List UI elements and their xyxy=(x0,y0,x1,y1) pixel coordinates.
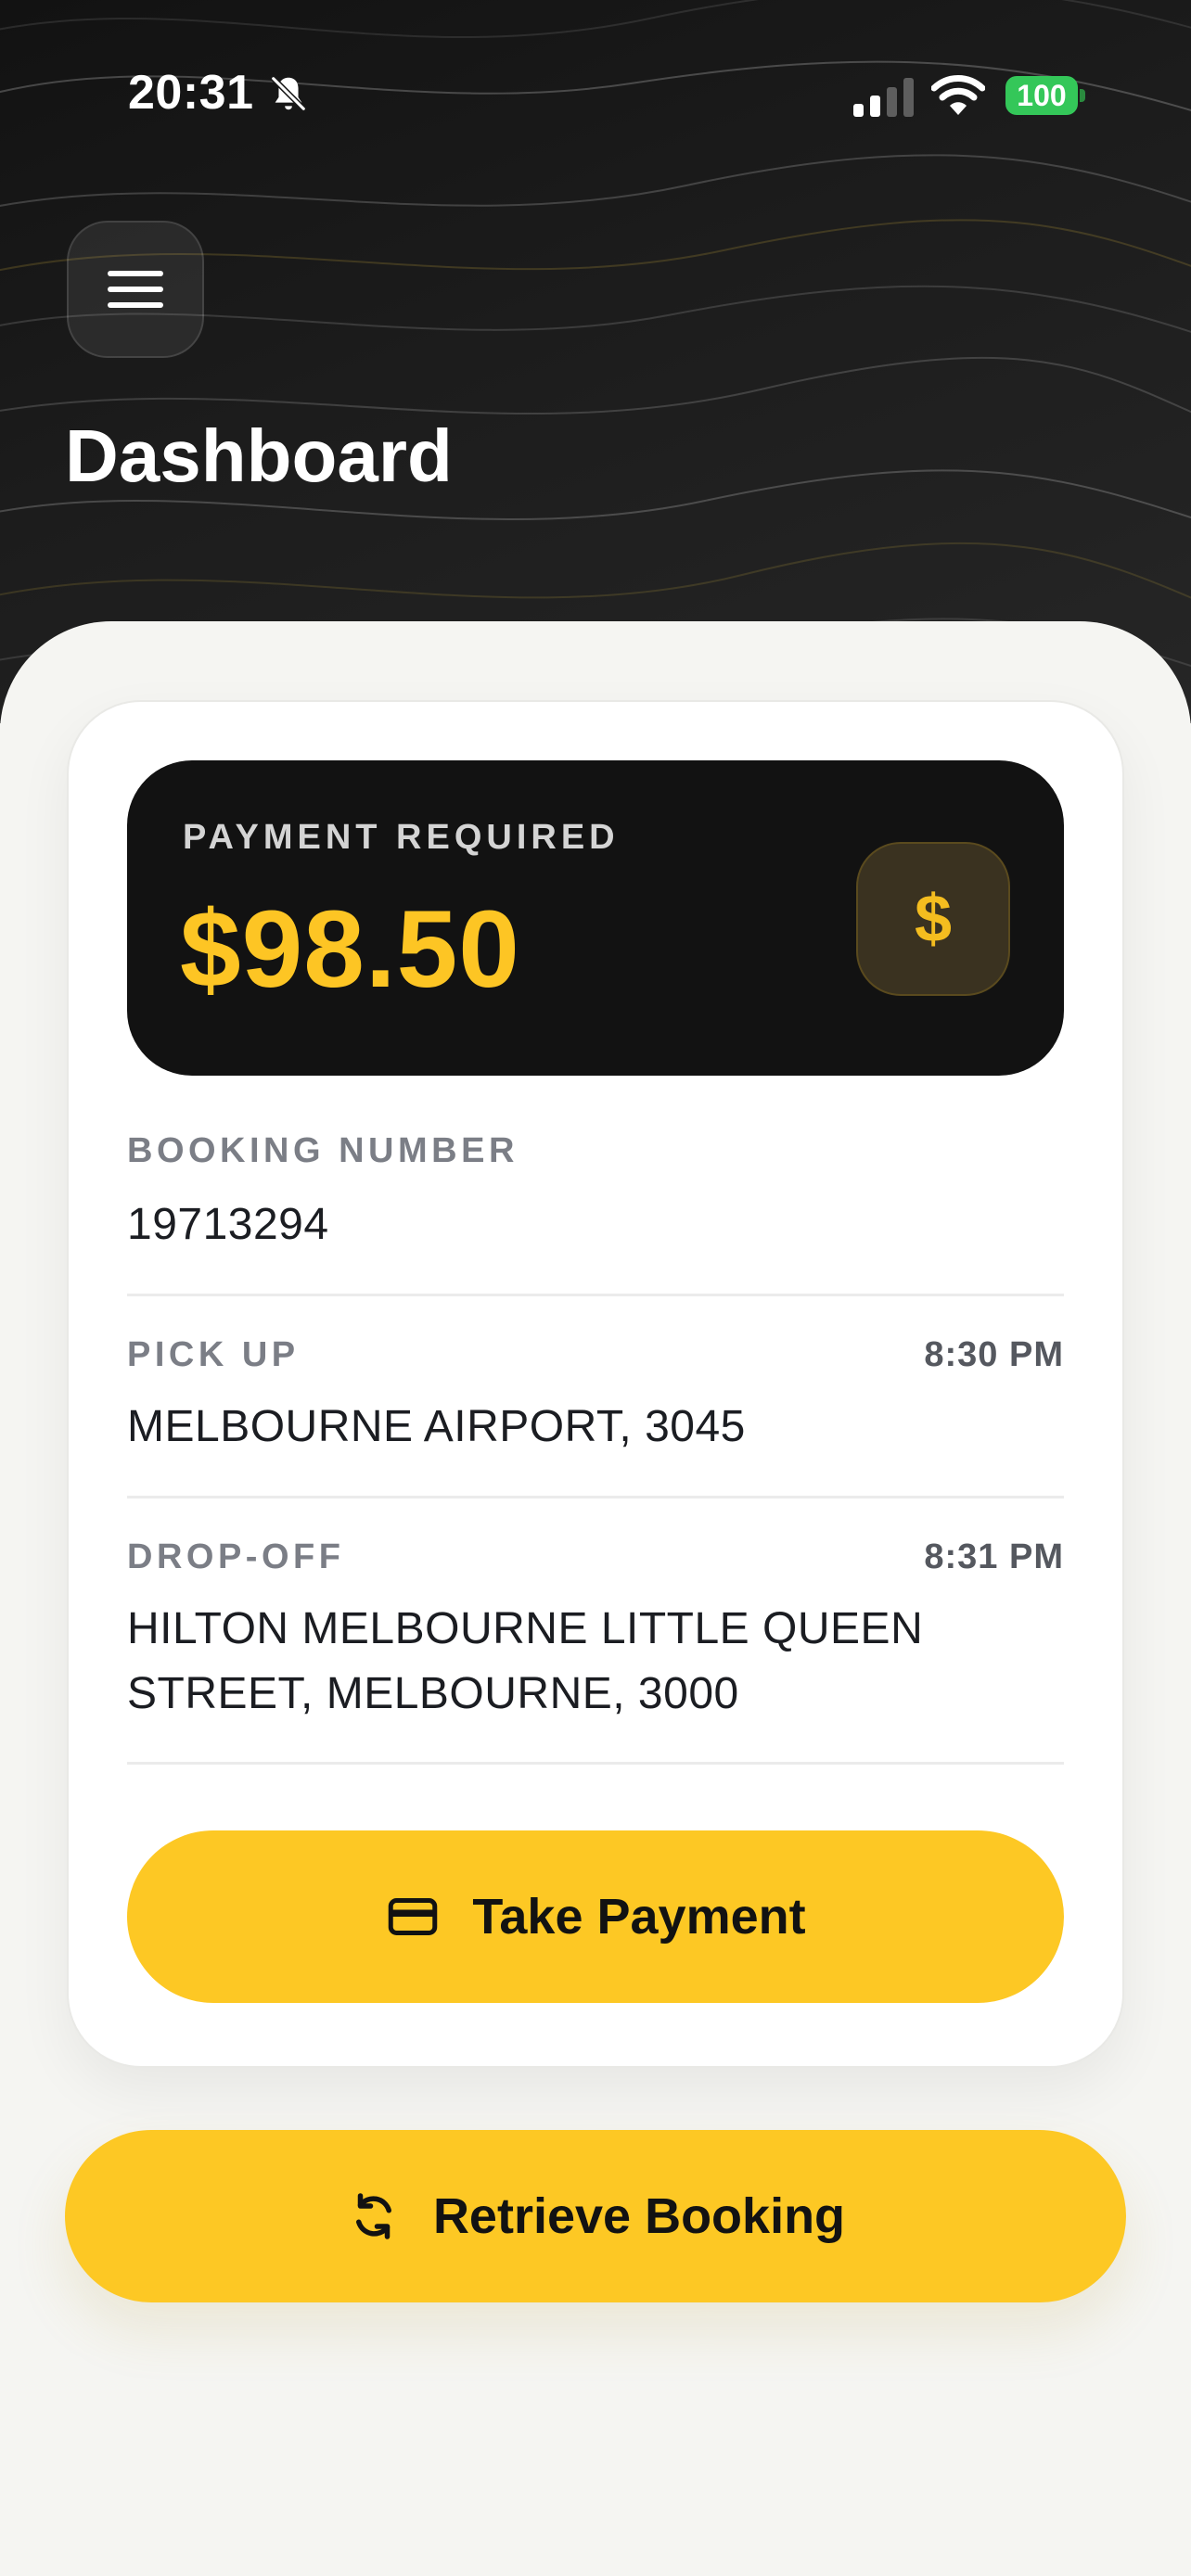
battery-cap xyxy=(1080,89,1085,102)
wifi-icon xyxy=(931,75,985,115)
payment-label: PAYMENT REQUIRED xyxy=(183,818,620,857)
payment-banner: PAYMENT REQUIRED $98.50 $ xyxy=(127,760,1064,1076)
take-payment-label: Take Payment xyxy=(472,1889,806,1945)
bell-muted-icon xyxy=(270,75,307,112)
header: 20:31 100 Dashboard xyxy=(0,0,1191,723)
page-title: Dashboard xyxy=(65,414,453,497)
retrieve-booking-label: Retrieve Booking xyxy=(432,2188,846,2244)
dollar-icon: $ xyxy=(914,882,953,956)
dollar-badge: $ xyxy=(856,842,1010,996)
retrieve-booking-button[interactable]: Retrieve Booking xyxy=(65,2130,1126,2302)
dropoff-location-line1: HILTON MELBOURNE LITTLE QUEEN xyxy=(127,1604,924,1653)
divider xyxy=(127,1762,1064,1765)
credit-card-icon xyxy=(389,1898,438,1935)
divider xyxy=(127,1294,1064,1296)
dropoff-time: 8:31 PM xyxy=(924,1537,1064,1576)
booking-number-value: 19713294 xyxy=(127,1200,329,1249)
dropoff-location-line2: STREET, MELBOURNE, 3000 xyxy=(127,1669,739,1718)
dropoff-label: DROP-OFF xyxy=(127,1537,345,1576)
payment-amount: $98.50 xyxy=(180,888,520,1011)
booking-number-label: BOOKING NUMBER xyxy=(127,1131,519,1170)
pickup-time: 8:30 PM xyxy=(924,1335,1064,1374)
cellular-signal-icon xyxy=(853,78,914,117)
battery-level: 100 xyxy=(1017,78,1067,112)
menu-button[interactable] xyxy=(67,221,204,358)
hamburger-menu-icon xyxy=(108,271,163,308)
take-payment-button[interactable]: Take Payment xyxy=(127,1830,1064,2003)
battery-indicator: 100 xyxy=(1005,76,1078,115)
pickup-label: PICK UP xyxy=(127,1335,300,1374)
status-time: 20:31 xyxy=(128,66,254,120)
refresh-icon xyxy=(355,2193,391,2239)
pickup-location: MELBOURNE AIRPORT, 3045 xyxy=(127,1402,746,1451)
divider xyxy=(127,1496,1064,1498)
